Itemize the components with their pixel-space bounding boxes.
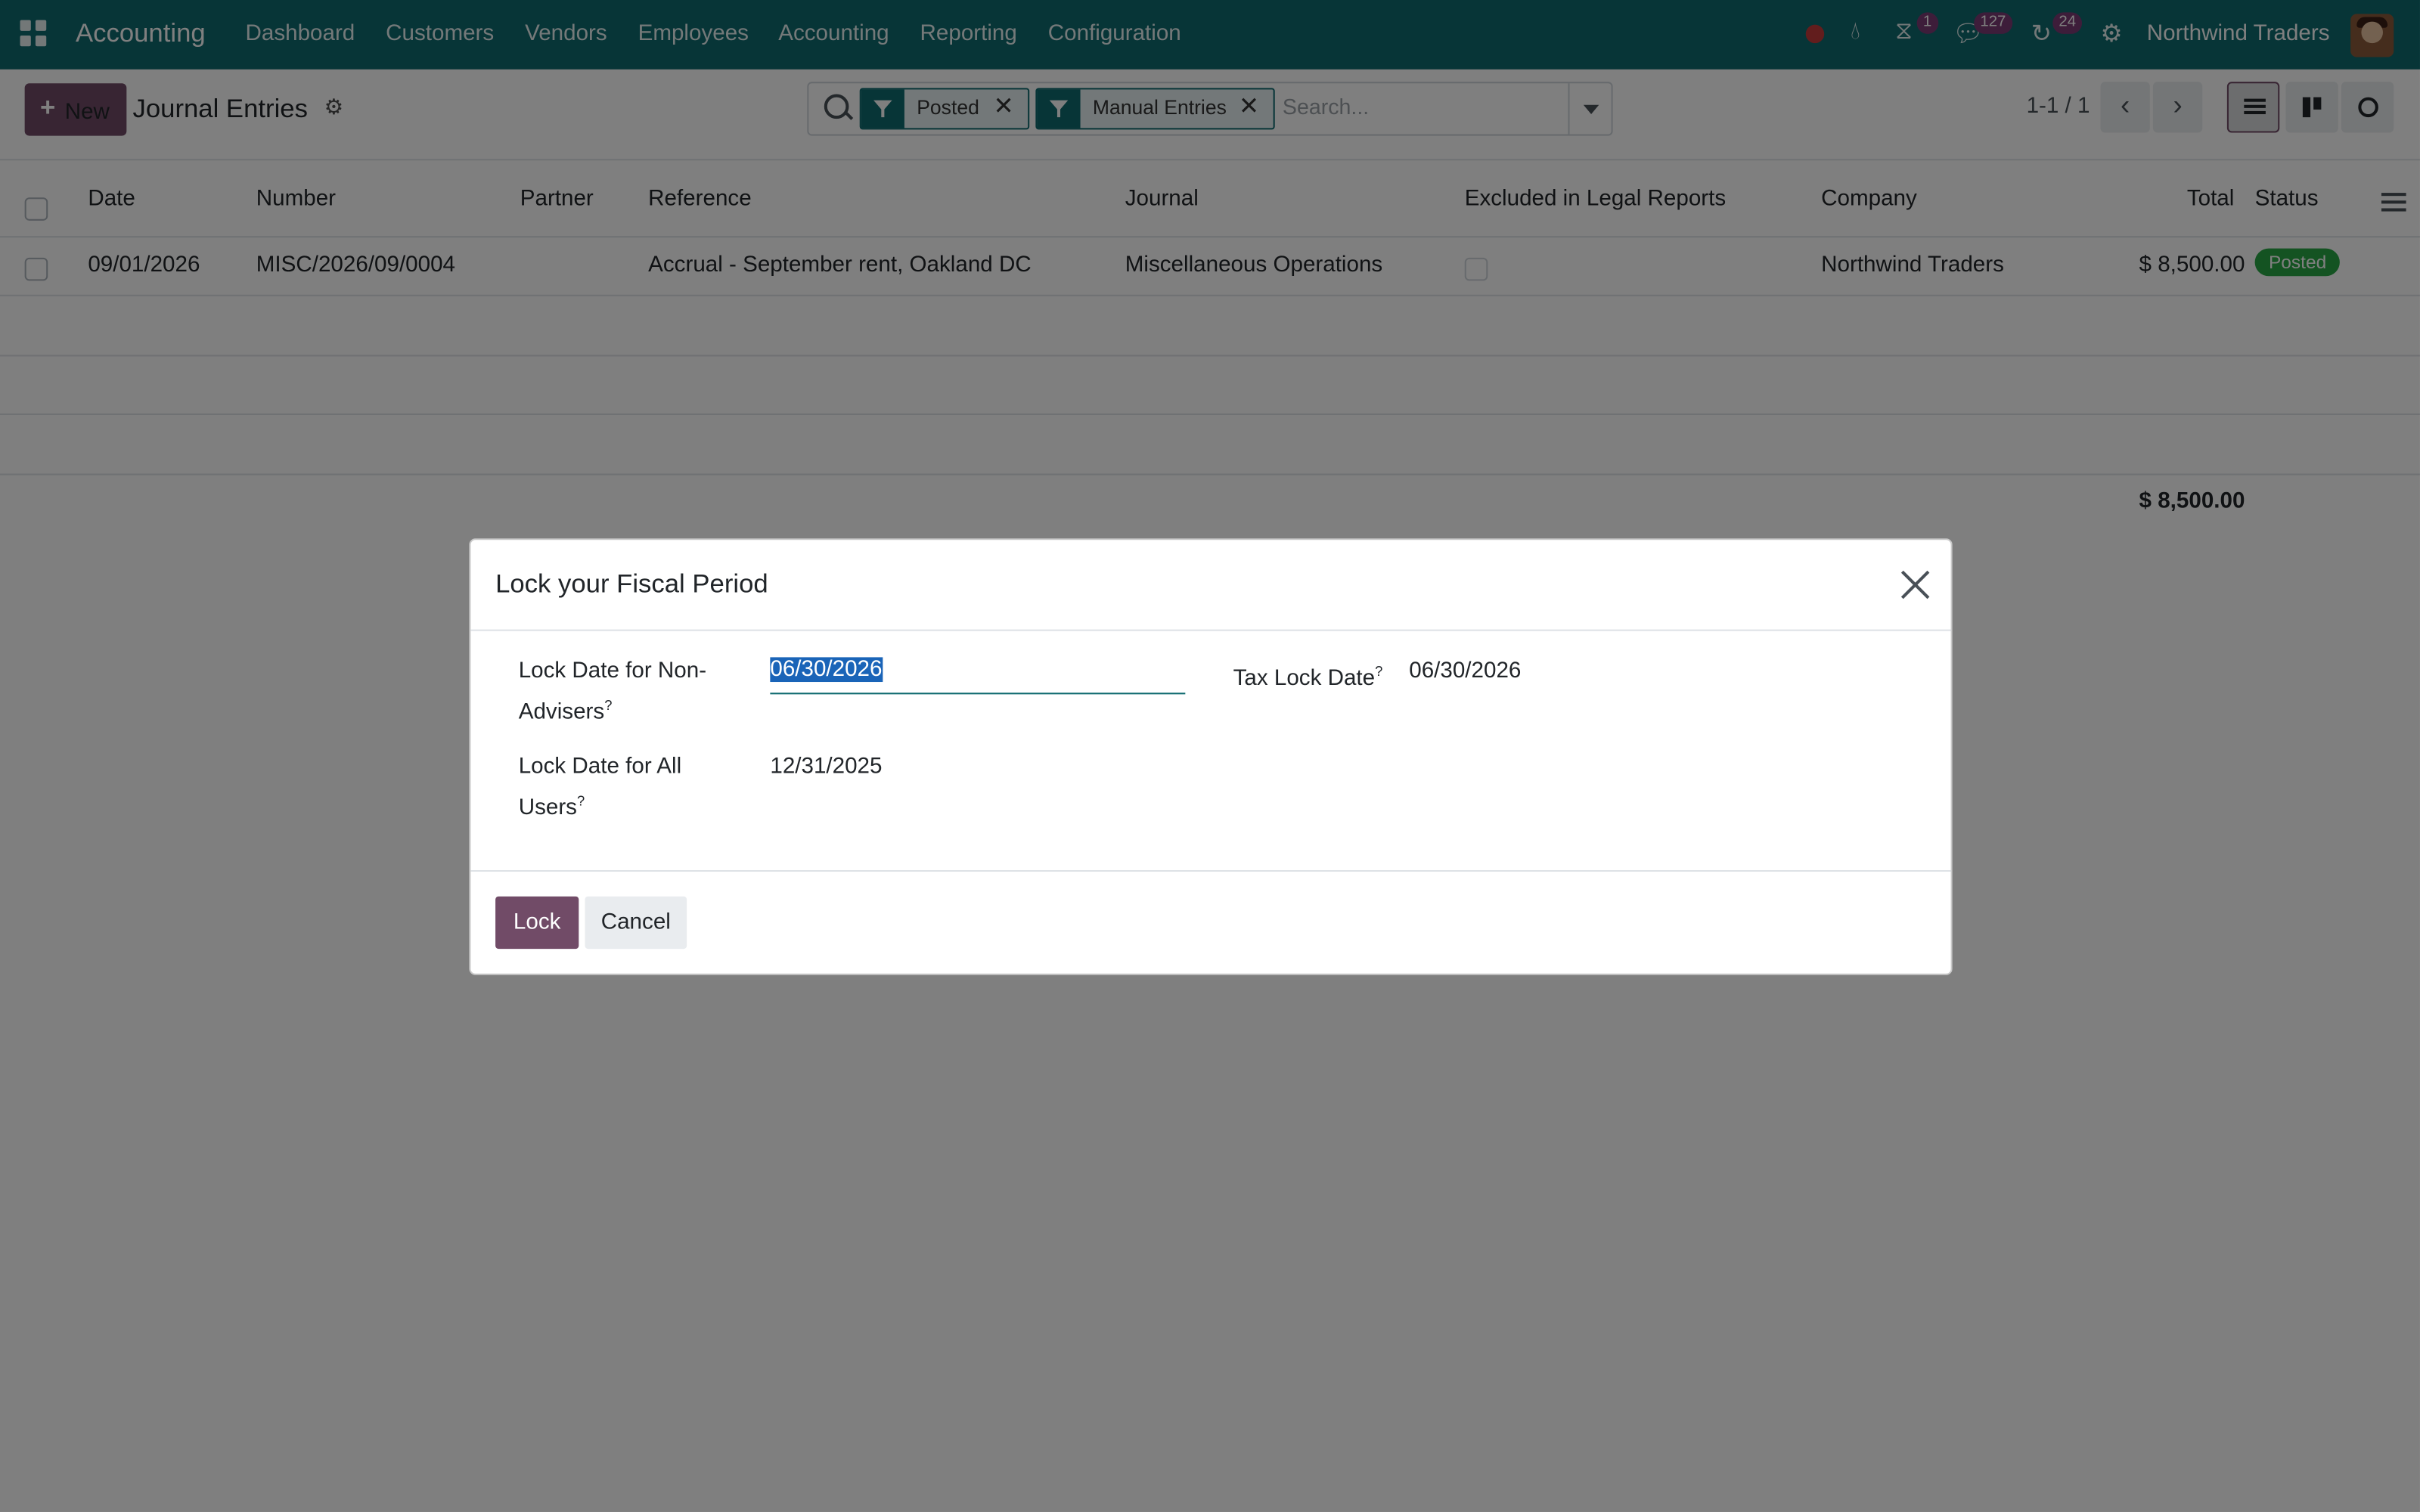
dialog-footer: Lock Cancel (470, 870, 1951, 975)
close-icon[interactable] (1900, 569, 1931, 600)
all-users-label-text: Lock Date for All Users (518, 754, 682, 821)
non-advisers-date-value: 06/30/2026 (770, 657, 883, 683)
non-advisers-date-input[interactable]: 06/30/2026 (770, 655, 1186, 695)
tax-lock-label-text: Tax Lock Date (1233, 666, 1376, 691)
tax-lock-date-input[interactable]: 06/30/2026 (1409, 658, 1521, 683)
non-advisers-label: Lock Date for Non-Advisers? (519, 654, 735, 730)
lock-button[interactable]: Lock (495, 896, 579, 950)
help-tooltip-icon[interactable]: ? (604, 697, 612, 712)
tax-lock-label: Tax Lock Date? (1233, 654, 1383, 696)
all-users-label: Lock Date for All Users? (519, 750, 735, 826)
lock-fiscal-period-dialog: Lock your Fiscal Period Lock Date for No… (469, 538, 1953, 975)
help-tooltip-icon[interactable]: ? (577, 793, 585, 808)
non-advisers-label-text: Lock Date for Non-Advisers (518, 658, 707, 725)
help-tooltip-icon[interactable]: ? (1375, 664, 1382, 679)
cancel-button[interactable]: Cancel (585, 896, 687, 950)
dialog-header: Lock your Fiscal Period (470, 540, 1951, 631)
dialog-title: Lock your Fiscal Period (495, 569, 768, 599)
app-root: Accounting Dashboard Customers Vendors E… (0, 0, 2420, 1512)
all-users-date-input[interactable]: 12/31/2025 (770, 754, 882, 779)
